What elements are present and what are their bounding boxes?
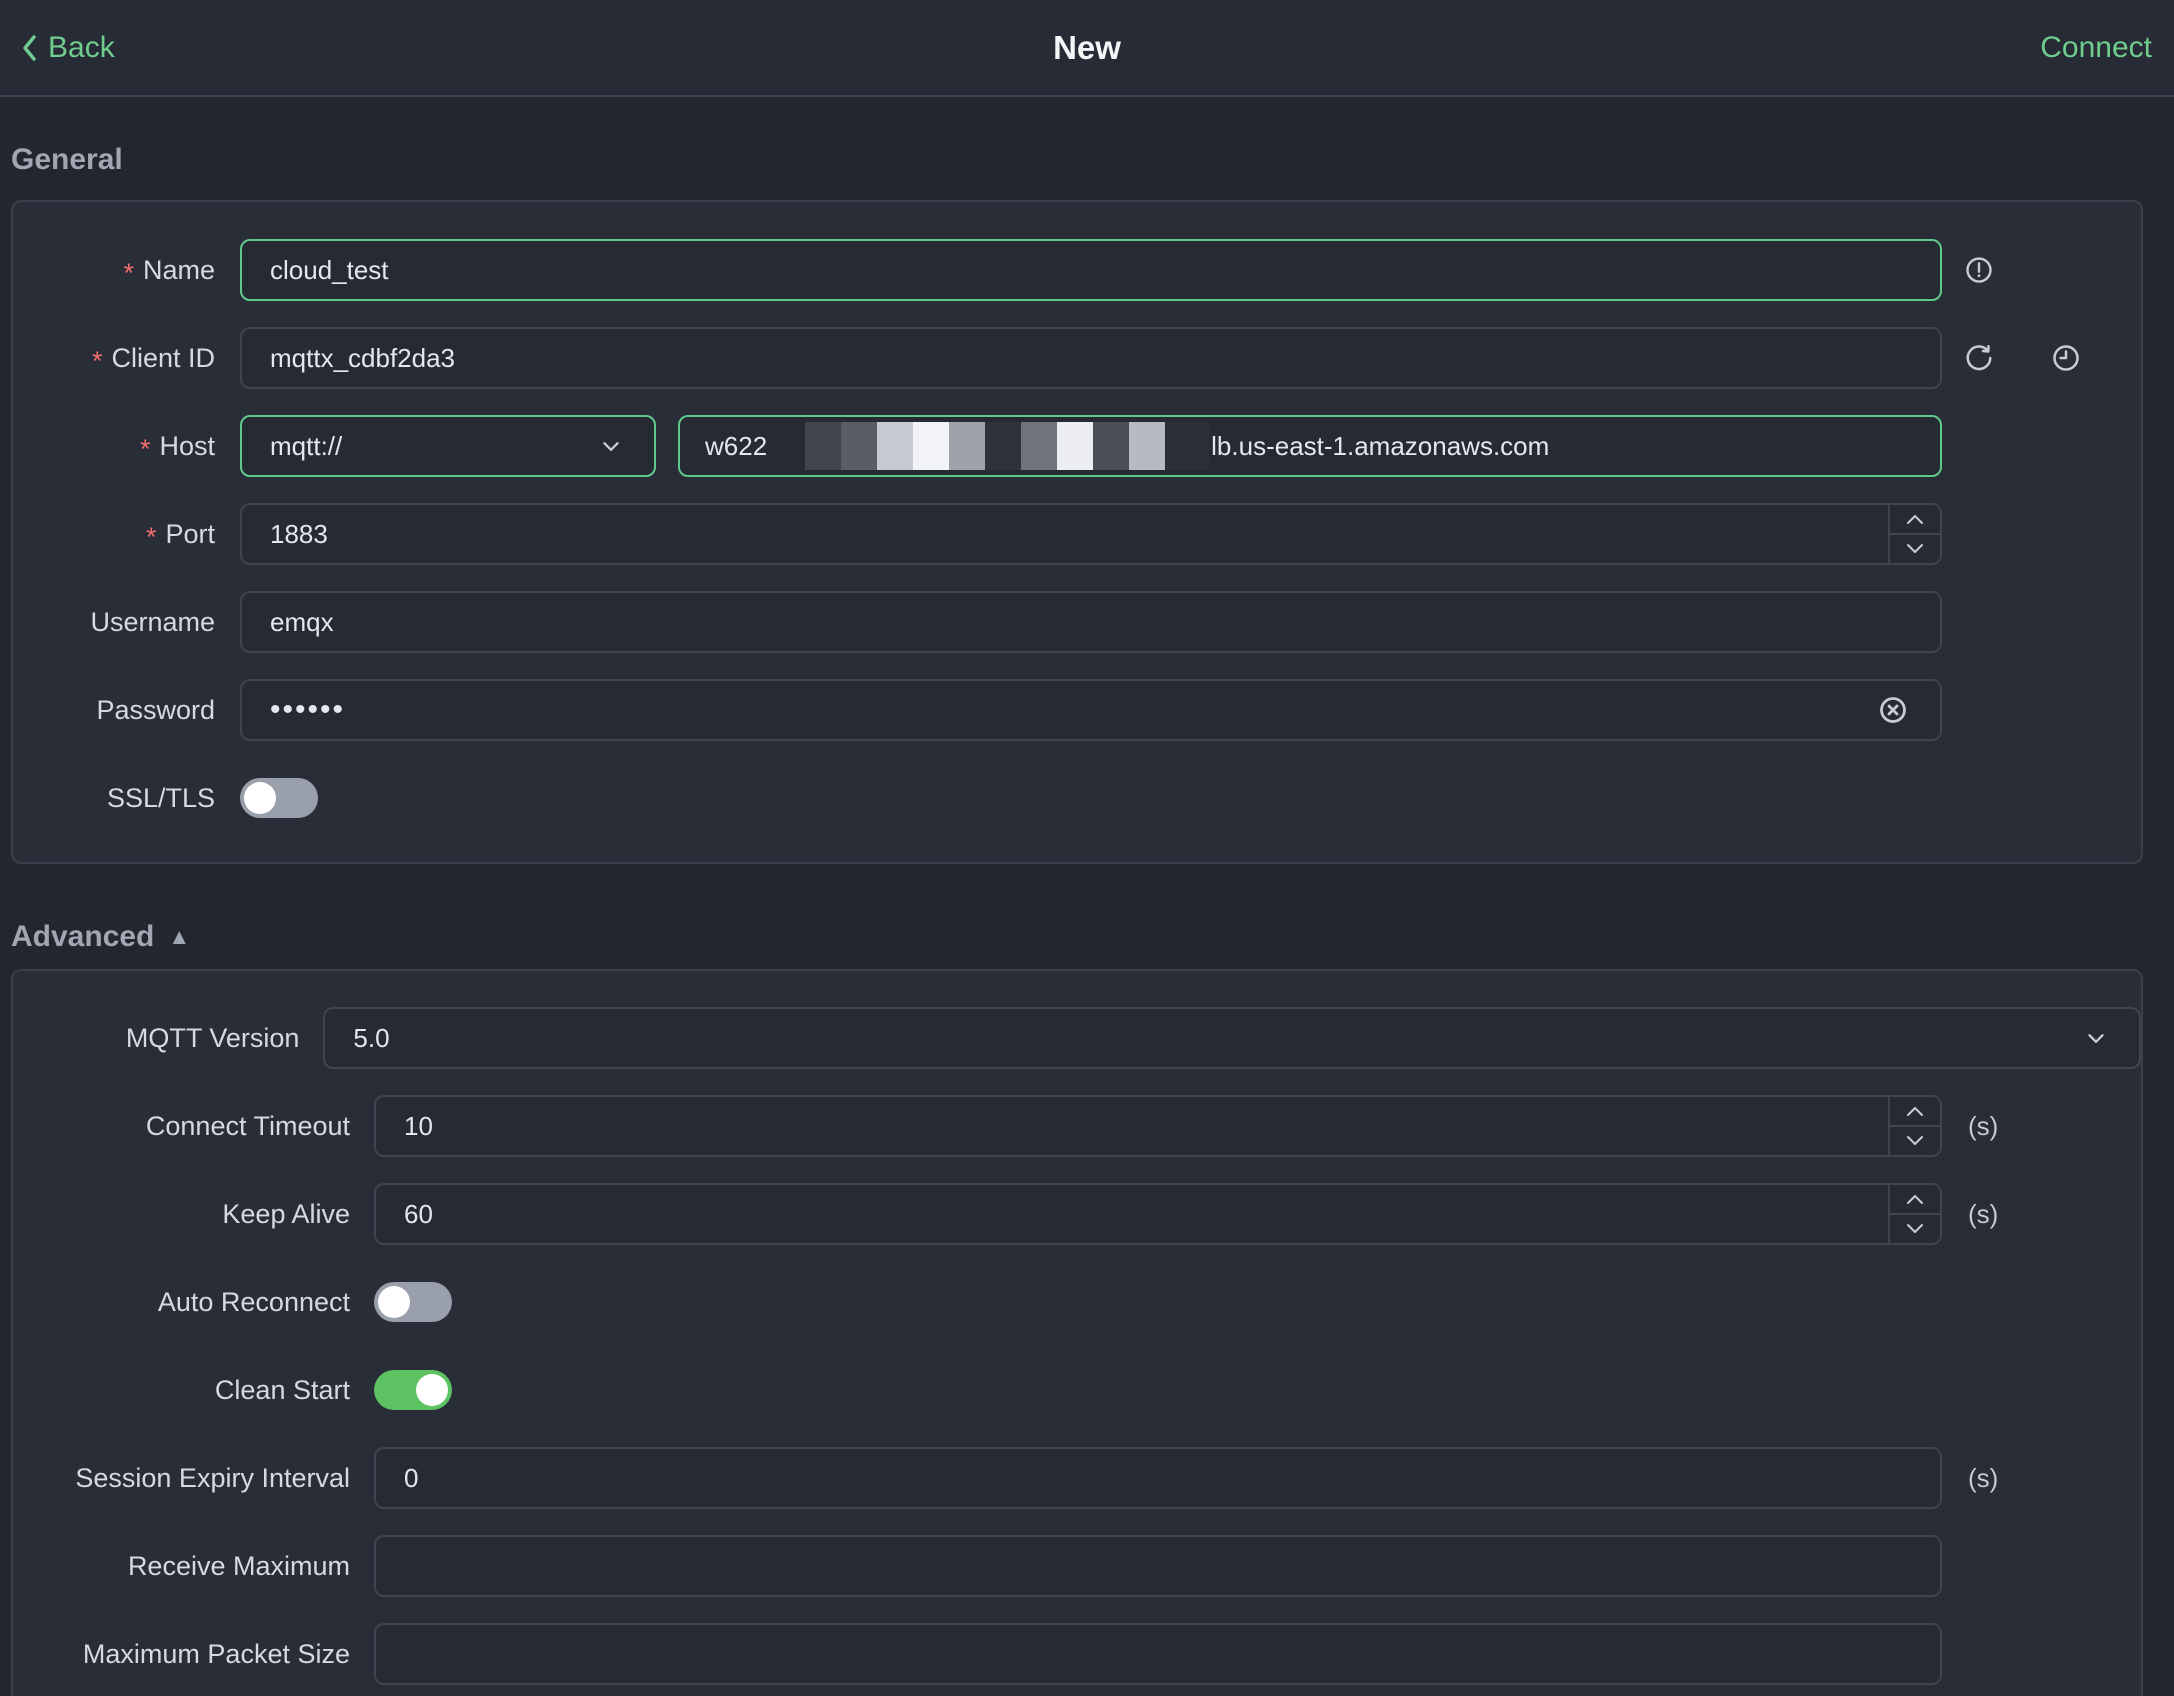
host-address-input[interactable]: w622 lb.us-east-1.amazonaws.com <box>678 415 1942 477</box>
general-section-heading: General <box>11 143 123 176</box>
ssl-row: SSL/TLS <box>13 767 2141 829</box>
general-heading-row: General <box>0 140 2174 180</box>
receive-maximum-row: Receive Maximum <box>13 1535 2141 1597</box>
name-row: * Name <box>13 239 2141 301</box>
host-protocol-select[interactable]: mqtt:// <box>240 415 656 477</box>
top-bar: Back New Connect <box>0 0 2174 97</box>
back-label: Back <box>48 30 115 64</box>
mqtt-version-select[interactable]: 5.0 <box>323 1007 2141 1069</box>
required-marker: * <box>91 345 103 376</box>
client-id-row: * Client ID <box>13 327 2141 389</box>
connect-label: Connect <box>2040 30 2152 64</box>
seconds-unit: (s) <box>1968 1110 1999 1141</box>
port-label: * Port <box>145 518 215 552</box>
seconds-unit: (s) <box>1968 1198 1999 1229</box>
toggle-knob <box>378 1286 410 1318</box>
client-id-input[interactable] <box>240 327 1942 389</box>
maximum-packet-size-row: Maximum Packet Size <box>13 1623 2141 1685</box>
keep-alive-row: Keep Alive (s) <box>13 1183 2141 1245</box>
password-label: Password <box>96 694 215 725</box>
toggle-knob <box>244 782 276 814</box>
page-title: New <box>1053 28 1121 66</box>
password-input[interactable] <box>240 679 1942 741</box>
keep-alive-label: Keep Alive <box>222 1198 350 1229</box>
session-expiry-input[interactable] <box>374 1447 1942 1509</box>
toggle-knob <box>416 1374 448 1406</box>
advanced-heading-row: Advanced ▲ <box>0 917 2174 957</box>
back-button[interactable]: Back <box>18 31 115 65</box>
clean-start-toggle[interactable] <box>374 1370 452 1410</box>
general-panel: * Name cloud_test * Client ID mqttx_cdbf… <box>11 200 2143 864</box>
keep-alive-stepper <box>1888 1185 1940 1243</box>
username-row: Username <box>13 591 2141 653</box>
session-expiry-label: Session Expiry Interval <box>75 1462 350 1493</box>
connect-timeout-stepper <box>1888 1097 1940 1155</box>
clear-password-icon[interactable] <box>1878 695 1908 725</box>
history-clock-icon[interactable] <box>2051 343 2081 373</box>
connect-timeout-label: Connect Timeout <box>145 1110 350 1141</box>
name-label: * Name <box>123 254 215 288</box>
name-input[interactable] <box>240 239 1942 301</box>
port-input[interactable] <box>240 503 1942 565</box>
host-label: * Host <box>139 430 215 464</box>
host-row: * Host mqtt:// w622 lb.us-east-1.amazona… <box>13 415 2141 477</box>
connect-button[interactable]: Connect <box>2040 31 2152 65</box>
chevron-left-icon <box>18 32 40 64</box>
connect-timeout-input[interactable] <box>374 1095 1942 1157</box>
required-marker: * <box>139 433 151 464</box>
username-input[interactable] <box>240 591 1942 653</box>
chevron-down-icon <box>2081 1023 2111 1053</box>
seconds-unit: (s) <box>1968 1462 1999 1493</box>
ssl-label: SSL/TLS <box>106 782 215 813</box>
receive-maximum-label: Receive Maximum <box>127 1550 350 1581</box>
stepper-down-button[interactable] <box>1890 1215 1940 1243</box>
host-protocol-value: mqtt:// <box>270 430 343 461</box>
stepper-up-button[interactable] <box>1890 1097 1940 1127</box>
stepper-up-button[interactable] <box>1890 505 1940 535</box>
password-row: Password <box>13 679 2141 741</box>
mqtt-version-label: MQTT Version <box>125 1022 300 1053</box>
mqtt-version-value: 5.0 <box>353 1022 390 1053</box>
keep-alive-input[interactable] <box>374 1183 1942 1245</box>
connect-timeout-row: Connect Timeout (s) <box>13 1095 2141 1157</box>
chevron-down-icon <box>596 431 626 461</box>
collapse-triangle-icon: ▲ <box>168 924 191 949</box>
form-content: General * Name cloud_test * Client ID mq… <box>0 97 2174 1696</box>
new-connection-page: Back New Connect General * Name cloud_te… <box>0 0 2174 1696</box>
auto-reconnect-label: Auto Reconnect <box>157 1286 350 1317</box>
receive-maximum-input[interactable] <box>374 1535 1942 1597</box>
advanced-panel: MQTT Version 5.0 Connect Timeout 10 (s) … <box>11 969 2143 1696</box>
alert-circle-icon <box>1964 255 1994 285</box>
host-address-field[interactable] <box>678 415 1942 477</box>
auto-reconnect-row: Auto Reconnect <box>13 1271 2141 1333</box>
client-id-label: * Client ID <box>91 342 215 376</box>
maximum-packet-size-input[interactable] <box>374 1623 1942 1685</box>
ssl-toggle[interactable] <box>240 778 318 818</box>
stepper-down-button[interactable] <box>1890 1127 1940 1155</box>
stepper-up-button[interactable] <box>1890 1185 1940 1215</box>
required-marker: * <box>145 521 157 552</box>
required-marker: * <box>123 257 134 288</box>
advanced-section-heading[interactable]: Advanced ▲ <box>11 917 190 957</box>
clean-start-row: Clean Start <box>13 1359 2141 1421</box>
port-row: * Port <box>13 503 2141 565</box>
auto-reconnect-toggle[interactable] <box>374 1282 452 1322</box>
port-stepper <box>1888 505 1940 563</box>
refresh-icon[interactable] <box>1964 343 1994 373</box>
username-label: Username <box>90 606 215 637</box>
session-expiry-row: Session Expiry Interval (s) <box>13 1447 2141 1509</box>
maximum-packet-size-label: Maximum Packet Size <box>82 1638 350 1669</box>
clean-start-label: Clean Start <box>214 1374 350 1405</box>
mqtt-version-row: MQTT Version 5.0 <box>13 1007 2141 1069</box>
stepper-down-button[interactable] <box>1890 535 1940 563</box>
